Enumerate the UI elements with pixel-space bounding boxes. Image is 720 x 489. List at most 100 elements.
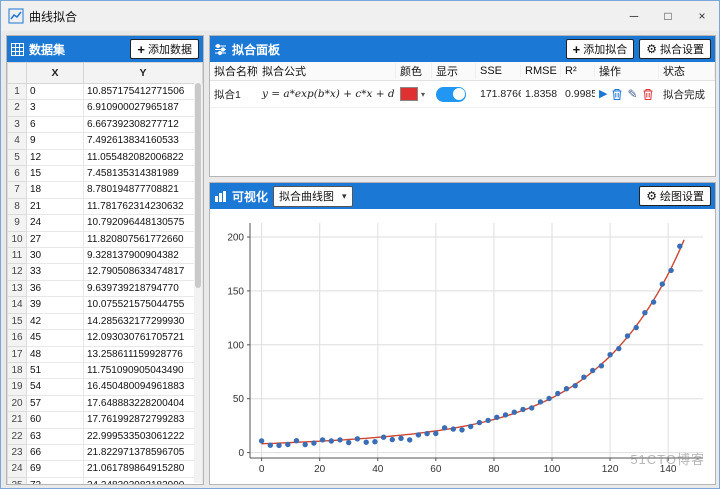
row-number[interactable]: 9 — [7, 214, 27, 232]
table-row[interactable]: 21 60 17.761992872799283 — [7, 411, 203, 429]
row-number[interactable]: 24 — [7, 460, 27, 478]
x-cell[interactable]: 21 — [26, 197, 84, 216]
x-cell[interactable]: 69 — [26, 460, 84, 478]
table-row[interactable]: 22 63 22.999533503061222 — [7, 427, 203, 445]
row-number[interactable]: 6 — [7, 165, 27, 183]
edit-icon[interactable]: ✎ — [627, 88, 637, 100]
row-number[interactable]: 11 — [7, 247, 27, 265]
x-cell[interactable]: 0 — [26, 82, 84, 101]
table-row[interactable]: 12 33 12.790508633474817 — [7, 263, 203, 281]
y-cell[interactable]: 7.458135314381989 — [83, 165, 203, 183]
x-cell[interactable]: 60 — [26, 411, 84, 429]
table-row[interactable]: 8 21 11.781762314230632 — [7, 197, 203, 216]
table-row[interactable]: 17 48 13.258611159928776 — [7, 345, 203, 363]
plot-settings-button[interactable]: ⚙ 绘图设置 — [639, 186, 711, 206]
y-cell[interactable]: 6.667392308277712 — [83, 115, 203, 134]
table-row[interactable]: 23 66 21.822971378596705 — [7, 443, 203, 462]
x-cell[interactable]: 39 — [26, 296, 84, 314]
x-cell[interactable]: 36 — [26, 279, 84, 298]
x-cell[interactable]: 51 — [26, 361, 84, 380]
table-row[interactable]: 2 3 6.910900027965187 — [7, 99, 203, 117]
row-number[interactable]: 13 — [7, 279, 27, 298]
row-number[interactable]: 4 — [7, 132, 27, 150]
table-row[interactable]: 19 54 16.450480094961883 — [7, 378, 203, 396]
y-cell[interactable]: 10.792096448130575 — [83, 214, 203, 232]
y-cell[interactable]: 24.248303982183990 — [83, 476, 203, 484]
x-cell[interactable]: 30 — [26, 247, 84, 265]
y-cell[interactable]: 9.328137900904382 — [83, 247, 203, 265]
table-row[interactable]: 13 36 9.639739218794770 — [7, 279, 203, 298]
x-cell[interactable]: 18 — [26, 181, 84, 199]
x-cell[interactable]: 63 — [26, 427, 84, 445]
table-row[interactable]: 6 15 7.458135314381989 — [7, 165, 203, 183]
y-cell[interactable]: 12.093030761705721 — [83, 329, 203, 347]
table-row[interactable]: 257224.248303982183990 — [7, 476, 203, 484]
row-number[interactable]: 16 — [7, 329, 27, 347]
x-cell[interactable]: 24 — [26, 214, 84, 232]
row-number[interactable]: 2 — [7, 99, 27, 117]
fit-settings-button[interactable]: ⚙ 拟合设置 — [639, 39, 711, 59]
y-cell[interactable]: 17.761992872799283 — [83, 411, 203, 429]
table-row[interactable]: 3 6 6.667392308277712 — [7, 115, 203, 134]
x-cell[interactable]: 6 — [26, 115, 84, 134]
table-row[interactable]: 1 0 10.857175412771506 — [7, 82, 203, 101]
y-cell[interactable]: 11.751090905043490 — [83, 361, 203, 380]
y-cell[interactable]: 11.055482082006822 — [83, 148, 203, 167]
table-row[interactable]: 10 27 11.820807561772660 — [7, 230, 203, 249]
dataset-scrollbar[interactable] — [194, 83, 202, 483]
table-row[interactable]: 11 30 9.328137900904382 — [7, 247, 203, 265]
chart-type-select[interactable]: 拟合曲线图 ▾ — [273, 185, 353, 207]
table-row[interactable]: 4 9 7.492613834160533 — [7, 132, 203, 150]
y-cell[interactable]: 11.781762314230632 — [83, 197, 203, 216]
y-cell[interactable]: 11.820807561772660 — [83, 230, 203, 249]
add-data-button[interactable]: + 添加数据 — [130, 39, 199, 59]
y-cell[interactable]: 21.822971378596705 — [83, 443, 203, 462]
row-number[interactable]: 21 — [7, 411, 27, 429]
y-cell[interactable]: 10.857175412771506 — [83, 82, 203, 101]
add-fit-button[interactable]: + 添加拟合 — [565, 39, 635, 59]
row-number[interactable]: 7 — [7, 181, 27, 199]
fit-color-cell[interactable]: ▾ — [396, 87, 432, 101]
y-cell[interactable]: 13.258611159928776 — [83, 345, 203, 363]
table-row[interactable]: 7 18 8.780194877708821 — [7, 181, 203, 199]
clear-icon[interactable] — [611, 88, 623, 101]
x-cell[interactable]: 72 — [26, 476, 84, 484]
y-cell[interactable]: 12.790508633474817 — [83, 263, 203, 281]
y-cell[interactable]: 17.648883228200404 — [83, 394, 203, 413]
y-cell[interactable]: 16.450480094961883 — [83, 378, 203, 396]
y-cell[interactable]: 10.075521575044755 — [83, 296, 203, 314]
y-cell[interactable]: 21.061789864915280 — [83, 460, 203, 478]
scrollbar-thumb[interactable] — [195, 83, 201, 288]
row-number[interactable]: 22 — [7, 427, 27, 445]
fit-color-swatch[interactable] — [400, 87, 418, 101]
y-cell[interactable]: 9.639739218794770 — [83, 279, 203, 298]
y-cell[interactable]: 22.999533503061222 — [83, 427, 203, 445]
column-header-x[interactable]: X — [26, 62, 84, 84]
x-cell[interactable]: 45 — [26, 329, 84, 347]
table-row[interactable]: 5 12 11.055482082006822 — [7, 148, 203, 167]
column-header-y[interactable]: Y — [83, 62, 203, 84]
x-cell[interactable]: 12 — [26, 148, 84, 167]
x-cell[interactable]: 66 — [26, 443, 84, 462]
table-row[interactable]: 20 57 17.648883228200404 — [7, 394, 203, 413]
table-row[interactable]: 18 51 11.751090905043490 — [7, 361, 203, 380]
row-number[interactable]: 1 — [7, 82, 27, 101]
table-row[interactable]: 24 69 21.061789864915280 — [7, 460, 203, 478]
row-number[interactable]: 17 — [7, 345, 27, 363]
visibility-toggle[interactable] — [436, 86, 466, 102]
row-number[interactable]: 5 — [7, 148, 27, 167]
row-number[interactable]: 12 — [7, 263, 27, 281]
x-cell[interactable]: 54 — [26, 378, 84, 396]
row-number[interactable]: 20 — [7, 394, 27, 413]
fit-row[interactable]: 拟合1 y = a*exp(b*x) + c*x + d ▾ 171.8766 … — [210, 81, 715, 108]
table-row[interactable]: 9 24 10.792096448130575 — [7, 214, 203, 232]
row-number[interactable]: 19 — [7, 378, 27, 396]
x-cell[interactable]: 33 — [26, 263, 84, 281]
table-row[interactable]: 16 45 12.093030761705721 — [7, 329, 203, 347]
row-number[interactable]: 18 — [7, 361, 27, 380]
y-cell[interactable]: 7.492613834160533 — [83, 132, 203, 150]
delete-icon[interactable] — [642, 88, 654, 101]
x-cell[interactable]: 27 — [26, 230, 84, 249]
row-number[interactable]: 8 — [7, 197, 27, 216]
row-number[interactable]: 23 — [7, 443, 27, 462]
